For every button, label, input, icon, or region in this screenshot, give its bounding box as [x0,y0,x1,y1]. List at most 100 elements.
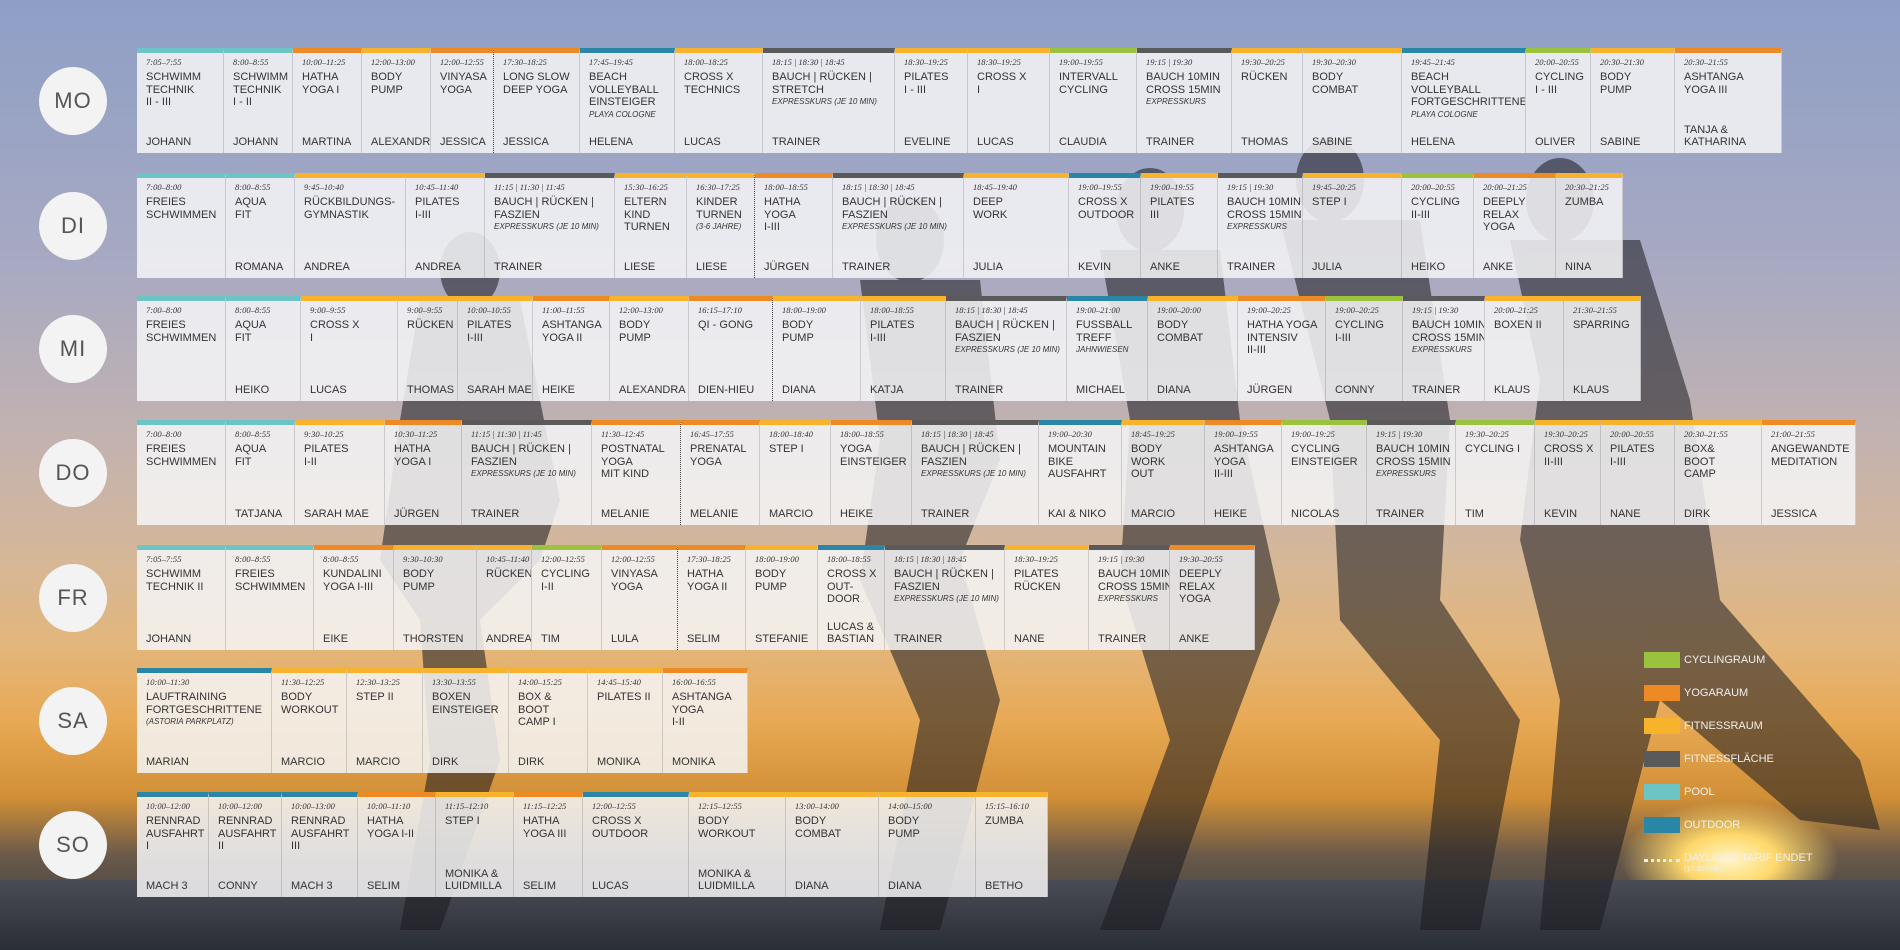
class-cell[interactable]: 18:15 | 18:30 | 18:45 BAUCH | RÜCKEN | FA… [912,420,1039,525]
class-cell[interactable]: 15:15–16:10 ZUMBA BETHO [976,792,1048,897]
class-cell[interactable]: 9:30–10:30 BODY PUMP THORSTEN [394,545,477,650]
class-cell[interactable]: 19:15 | 19:30 BAUCH 10MIN CROSS 15MIN EXPR… [1137,48,1232,153]
class-cell[interactable]: 12:00–13:00 BODY PUMP ALEXANDRA [610,296,689,401]
class-cell[interactable]: 19:15 | 19:30 BAUCH 10MIN CROSS 15MIN EXPR… [1403,296,1485,401]
class-cell[interactable]: 16:45–17:55 PRENATAL YOGA MELANIE [681,420,760,525]
class-cell[interactable]: 20:30–21:30 BODY PUMP SABINE [1591,48,1675,153]
class-cell[interactable]: 16:00–16:55 ASHTANGA YOGA I-II MONIKA [663,668,748,773]
class-cell[interactable]: 7:05–7:55 SCHWIMM TECHNIK II - III JOHANN [137,48,224,153]
class-cell[interactable]: 10:45–11:40 PILATES I-III ANDREA [406,173,485,278]
class-cell[interactable]: 19:45–20:25 STEP I JULIA [1303,173,1402,278]
class-cell[interactable]: 19:30–20:25 RÜCKEN THOMAS [1232,48,1303,153]
class-cell[interactable]: 20:30–21:55 BOX& BOOT CAMP DIRK [1675,420,1762,525]
class-cell[interactable]: 12:00–12:55 VINYASA YOGA LULA [602,545,678,650]
class-cell[interactable]: 20:30–21:25 ZUMBA NINA [1556,173,1623,278]
class-cell[interactable]: 10:45–11:40 RÜCKEN ANDREA [477,545,532,650]
class-cell[interactable]: 18:00–19:00 BODY PUMP STEFANIE [746,545,818,650]
class-cell[interactable]: 18:00–18:55 YOGA EINSTEIGER HEIKE [831,420,912,525]
class-cell[interactable]: 12:30–13:25 STEP II MARCIO [347,668,423,773]
class-cell[interactable]: 13:30–13:55 BOXEN EINSTEIGER DIRK [423,668,509,773]
class-cell[interactable]: 19:30–20:25 CYCLING I TIM [1456,420,1535,525]
class-cell[interactable]: 11:15–12:25 HATHA YOGA III SELIM [514,792,583,897]
class-cell[interactable]: 8:00–8:55 FREIES SCHWIMMEN [226,545,314,650]
class-cell[interactable]: 20:00–21:25 BOXEN II KLAUS [1485,296,1564,401]
class-cell[interactable]: 20:00–20:55 CYCLING II-III HEIKO [1402,173,1474,278]
class-cell[interactable]: 7:05–7:55 SCHWIMM TECHNIK II JOHANN [137,545,226,650]
class-cell[interactable]: 16:30–17:25 KINDER TURNEN (3-6 JAHRE) LIESE [687,173,755,278]
class-cell[interactable]: 11:30–12:45 POSTNATAL YOGA MIT KIND MELANI… [592,420,681,525]
class-cell[interactable]: 19:00–21:00 FUSSBALL TREFF JAHNWIESEN MICHA… [1067,296,1148,401]
class-cell[interactable]: 21:00–21:55 ANGEWANDTE MEDITATION JESSICA [1762,420,1856,525]
class-cell[interactable]: 11:15 | 11:30 | 11:45 BAUCH | RÜCKEN | FA… [485,173,615,278]
class-cell[interactable]: 9:30–10:25 PILATES I-II SARAH MAE [295,420,385,525]
class-cell[interactable]: 20:00–20:55 PILATES I-III NANE [1601,420,1675,525]
class-cell[interactable]: 12:00–12:55 CYCLING I-II TIM [532,545,602,650]
class-cell[interactable]: 19:00–20:25 HATHA YOGA INTENSIV II-III JÜR… [1238,296,1326,401]
class-cell[interactable]: 18:45–19:40 DEEP WORK JULIA [964,173,1069,278]
class-cell[interactable]: 10:00–11:25 HATHA YOGA I MARTINA [293,48,362,153]
class-cell[interactable]: 18:15 | 18:30 | 18:45 BAUCH | RÜCKEN | FA… [833,173,964,278]
class-cell[interactable]: 12:00–12:55 CROSS X OUTDOOR LUCAS [583,792,689,897]
class-cell[interactable]: 18:15 | 18:30 | 18:45 BAUCH | RÜCKEN | FA… [885,545,1005,650]
class-cell[interactable]: 10:00–12:00 RENNRAD AUSFAHRT I MACH 3 [137,792,209,897]
class-cell[interactable]: 18:30–19:25 PILATES RÜCKEN NANE [1005,545,1089,650]
class-cell[interactable]: 10:00–13:00 RENNRAD AUSFAHRT III MACH 3 [282,792,358,897]
class-cell[interactable]: 19:00–19:55 INTERVALL CYCLING CLAUDIA [1050,48,1137,153]
class-cell[interactable]: 21:30–21:55 SPARRING KLAUS [1564,296,1641,401]
class-cell[interactable]: 18:00–18:55 PILATES I-III KATJA [861,296,946,401]
class-cell[interactable]: 18:00–19:00 BODY PUMP DIANA [773,296,861,401]
class-cell[interactable]: 10:00–11:10 HATHA YOGA I-II SELIM [358,792,436,897]
class-cell[interactable]: 7:00–8:00 FREIES SCHWIMMEN [137,420,226,525]
class-cell[interactable]: 19:00–20:30 MOUNTAIN BIKE AUSFAHRT KAI & N… [1039,420,1122,525]
class-cell[interactable]: 9:45–10:40 RÜCKBILDUNGS- GYMNASTIK ANDREA [295,173,406,278]
class-cell[interactable]: 18:30–19:25 PILATES I - III EVELINE [895,48,968,153]
class-cell[interactable]: 19:30–20:30 BODY COMBAT SABINE [1303,48,1402,153]
class-cell[interactable]: 11:15 | 11:30 | 11:45 BAUCH | RÜCKEN | FA… [462,420,592,525]
class-cell[interactable]: 8:00–8:55 AQUA FIT ROMANA [226,173,295,278]
class-cell[interactable]: 14:45–15:40 PILATES II MONIKA [588,668,663,773]
class-cell[interactable]: 17:45–19:45 BEACH VOLLEYBALL EINSTEIGER PL… [580,48,675,153]
class-cell[interactable]: 19:00–20:25 CYCLING I-III CONNY [1326,296,1403,401]
class-cell[interactable]: 7:00–8:00 FREIES SCHWIMMEN [137,296,226,401]
class-cell[interactable]: 10:00–10:55 PILATES I-III SARAH MAE [458,296,533,401]
class-cell[interactable]: 13:00–14:00 BODY COMBAT DIANA [786,792,879,897]
class-cell[interactable]: 19:00–20:00 BODY COMBAT DIANA [1148,296,1238,401]
class-cell[interactable]: 18:15 | 18:30 | 18:45 BAUCH | RÜCKEN | FA… [946,296,1067,401]
class-cell[interactable]: 18:00–18:25 CROSS X TECHNICS LUCAS [675,48,763,153]
class-cell[interactable]: 20:30–21:55 ASHTANGA YOGA III TANJA & KATH… [1675,48,1782,153]
class-cell[interactable]: 18:30–19:25 CROSS X I LUCAS [968,48,1050,153]
class-cell[interactable]: 16:15–17:10 QI - GONG DIEN-HIEU [689,296,773,401]
class-cell[interactable]: 12:15–12:55 BODY WORKOUT MONIKA & LUIDMILL… [689,792,786,897]
class-cell[interactable]: 19:30–20:55 DEEPLY RELAX YOGA ANKE [1170,545,1255,650]
class-cell[interactable]: 11:15–12:10 STEP I MONIKA & LUIDMILLA [436,792,514,897]
class-cell[interactable]: 10:00–12:00 RENNRAD AUSFAHRT II CONNY [209,792,282,897]
class-cell[interactable]: 19:00–19:55 ASHTANGA YOGA II-III HEIKE [1205,420,1282,525]
class-cell[interactable]: 10:30–11:25 HATHA YOGA I JÜRGEN [385,420,462,525]
class-cell[interactable]: 19:15 | 19:30 BAUCH 10MIN CROSS 15MIN EXPR… [1218,173,1303,278]
class-cell[interactable]: 19:15 | 19:30 BAUCH 10MIN CROSS 15MIN EXPR… [1089,545,1170,650]
class-cell[interactable]: 19:00–19:25 CYCLING EINSTEIGER NICOLAS [1282,420,1367,525]
class-cell[interactable]: 12:00–12:55 VINYASA YOGA JESSICA [431,48,494,153]
class-cell[interactable]: 18:45–19:25 BODY WORK OUT MARCIO [1122,420,1205,525]
class-cell[interactable]: 9:00–9:55 CROSS X I LUCAS [301,296,398,401]
class-cell[interactable]: 18:15 | 18:30 | 18:45 BAUCH | RÜCKEN | ST… [763,48,895,153]
class-cell[interactable]: 14:00–15:00 BODY PUMP DIANA [879,792,976,897]
class-cell[interactable]: 11:30–12:25 BODY WORKOUT MARCIO [272,668,347,773]
class-cell[interactable]: 8:00–8:55 SCHWIMM TECHNIK I - II JOHANN [224,48,293,153]
class-cell[interactable]: 17:30–18:25 LONG SLOW DEEP YOGA JESSICA [494,48,580,153]
class-cell[interactable]: 9:00–9:55 RÜCKEN THOMAS [398,296,458,401]
class-cell[interactable]: 12:00–13:00 BODY PUMP ALEXANDRA [362,48,431,153]
class-cell[interactable]: 18:00–18:40 STEP I MARCIO [760,420,831,525]
class-cell[interactable]: 15:30–16:25 ELTERN KIND TURNEN LIESE [615,173,687,278]
class-cell[interactable]: 19:15 | 19:30 BAUCH 10MIN CROSS 15MIN EXPR… [1367,420,1456,525]
class-cell[interactable]: 11:00–11:55 ASHTANGA YOGA II HEIKE [533,296,610,401]
class-cell[interactable]: 10:00–11:30 LAUFTRAINING FORTGESCHRITTENE… [137,668,272,773]
class-cell[interactable]: 8:00–8:55 AQUA FIT HEIKO [226,296,301,401]
class-cell[interactable]: 17:30–18:25 HATHA YOGA II SELIM [678,545,746,650]
class-cell[interactable]: 19:45–21:45 BEACH VOLLEYBALL FORTGESCHRIT… [1402,48,1526,153]
class-cell[interactable]: 19:00–19:55 PILATES III ANKE [1141,173,1218,278]
class-cell[interactable]: 14:00–15:25 BOX & BOOT CAMP I DIRK [509,668,588,773]
class-cell[interactable]: 8:00–8:55 KUNDALINI YOGA I-III EIKE [314,545,394,650]
class-cell[interactable]: 18:00–18:55 CROSS X OUT- DOOR LUCAS & BAST… [818,545,885,650]
class-cell[interactable]: 7:00–8:00 FREIES SCHWIMMEN [137,173,226,278]
